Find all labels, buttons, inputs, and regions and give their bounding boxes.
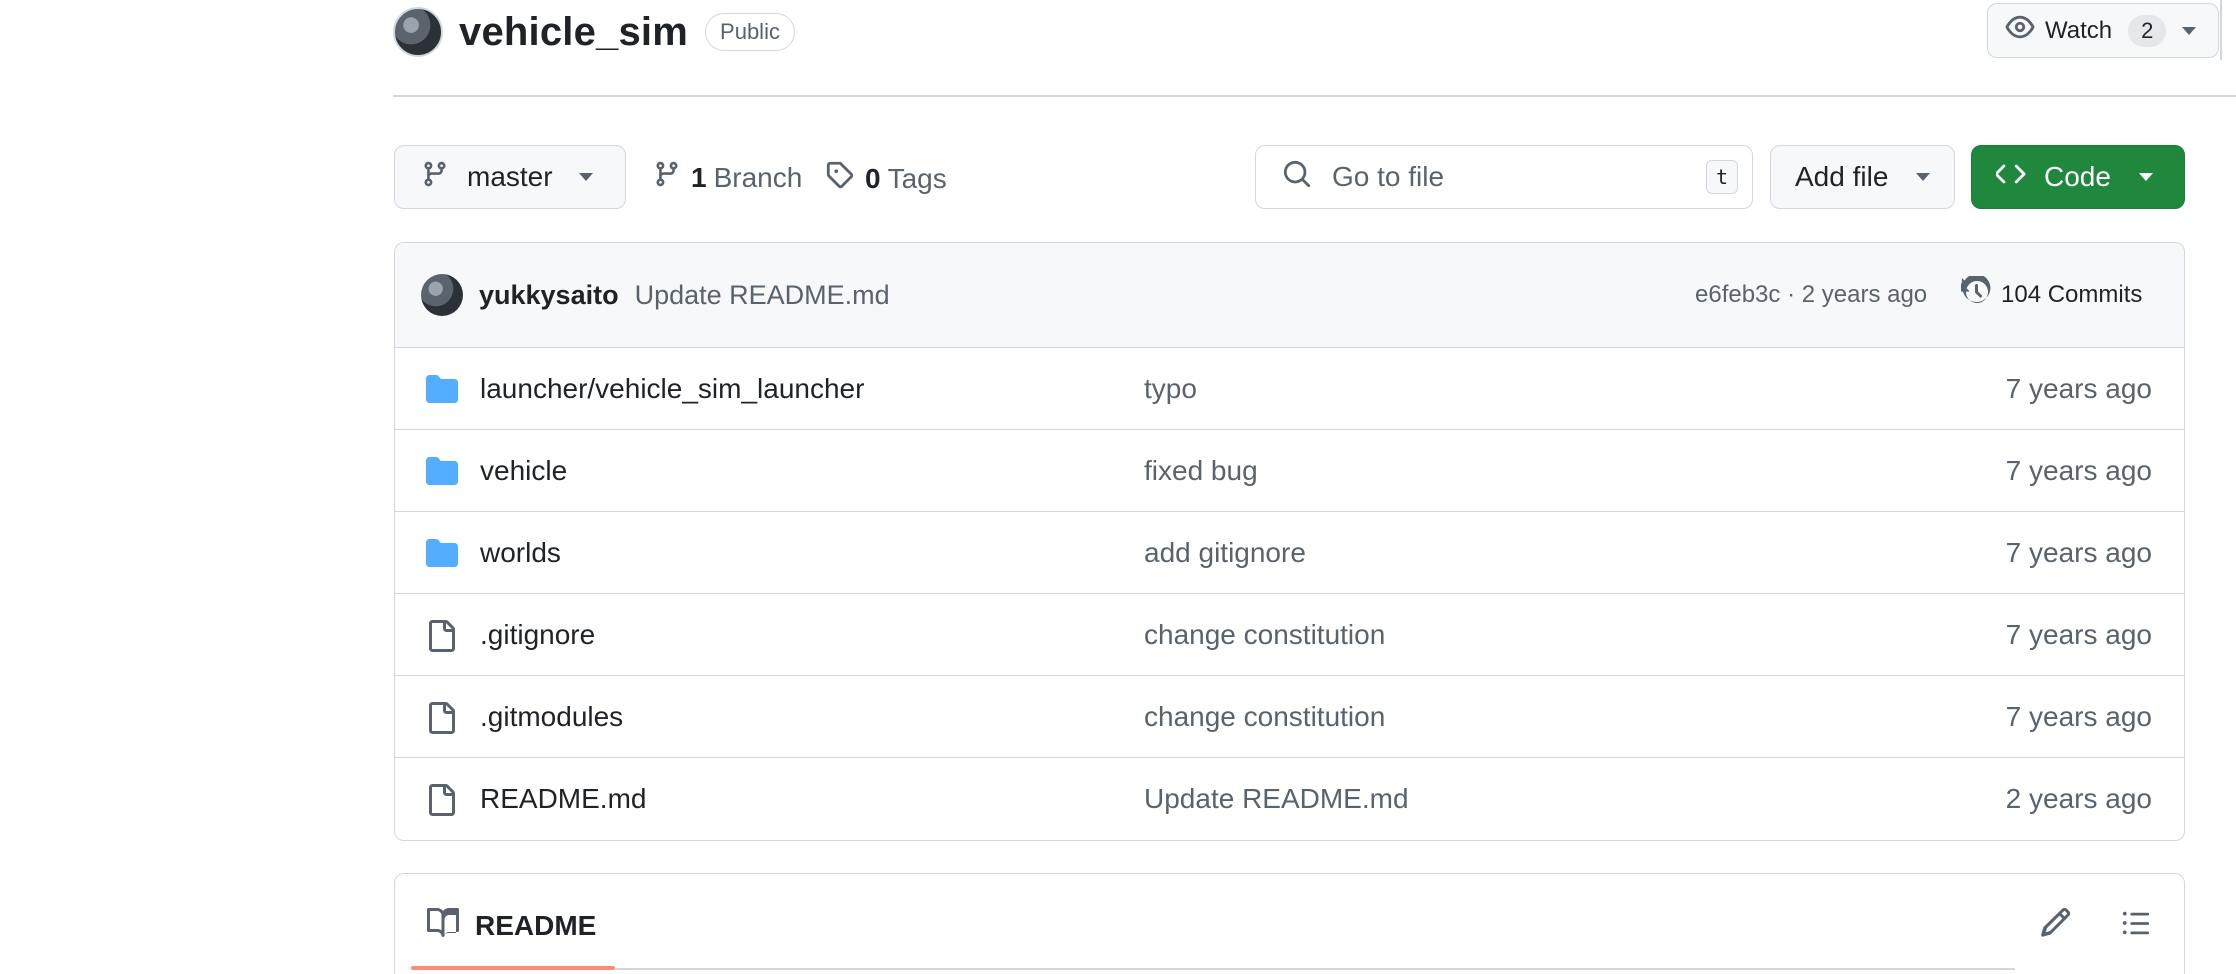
tag-word: Tags [887,162,947,194]
repo-header: vehicle_sim Public [393,7,795,57]
file-icon [425,619,457,658]
git-branch-icon [653,160,681,195]
file-icon [425,783,457,822]
keyboard-shortcut-hint: t [1706,160,1738,194]
folder-icon [425,455,459,492]
active-tab-indicator [411,966,615,970]
file-commit-message[interactable]: change constitution [1144,701,1385,733]
watch-count: 2 [2128,14,2167,47]
chevron-down-icon [2138,173,2153,181]
tags-link[interactable]: 0 Tags [825,160,947,197]
author-avatar[interactable] [421,274,463,316]
commits-count: 104 Commits [2001,281,2143,308]
file-row[interactable]: launcher/vehicle_sim_launcher typo 7 yea… [395,348,2184,430]
list-unordered-icon[interactable] [2120,908,2152,943]
folder-icon [425,373,459,410]
file-row[interactable]: worlds add gitignore 7 years ago [395,512,2184,594]
file-icon [425,701,457,740]
go-to-file-input[interactable]: Go to file t [1255,145,1753,209]
history-icon [1961,273,1993,315]
file-row[interactable]: .gitignore change constitution 7 years a… [395,594,2184,676]
file-name[interactable]: README.md [480,783,646,815]
file-commit-message[interactable]: change constitution [1144,619,1385,651]
header-divider [393,95,2236,97]
file-commit-message[interactable]: fixed bug [1144,455,1258,487]
branch-count: 1 [691,161,707,193]
file-name[interactable]: vehicle [480,455,567,487]
file-row[interactable]: .gitmodules change constitution 7 years … [395,676,2184,758]
eye-icon [2005,12,2035,49]
tag-icon [825,160,855,197]
file-name[interactable]: .gitmodules [480,701,623,733]
chevron-down-icon [578,173,593,181]
search-icon [1282,159,1312,196]
code-button[interactable]: Code [1971,145,2185,209]
file-age: 7 years ago [2005,618,2152,650]
owner-avatar[interactable] [393,7,443,57]
file-commit-message[interactable]: add gitignore [1144,537,1306,569]
chevron-down-icon [1916,173,1931,181]
commit-hash-age[interactable]: e6feb3c · 2 years ago [1695,281,1927,309]
file-age: 7 years ago [2005,372,2152,404]
branch-select-button[interactable]: master [394,145,626,209]
file-age: 7 years ago [2005,700,2152,732]
go-to-file-placeholder: Go to file [1332,161,1445,192]
file-age: 7 years ago [2005,454,2152,486]
folder-icon [425,537,459,574]
commit-author[interactable]: yukkysaito [479,280,619,311]
add-file-label: Add file [1795,161,1889,192]
file-commit-message[interactable]: Update README.md [1144,783,1409,815]
watch-label: Watch [2045,16,2113,44]
repo-name[interactable]: vehicle_sim [459,10,688,55]
watch-button[interactable]: Watch 2 [1987,3,2219,58]
file-age: 7 years ago [2005,536,2152,568]
readme-panel: README [394,873,2185,974]
tag-count: 0 [865,162,881,194]
code-label: Code [2044,161,2111,192]
file-age: 2 years ago [2005,783,2152,814]
file-commit-message[interactable]: typo [1144,373,1197,405]
chevron-down-icon[interactable] [2182,26,2197,35]
add-file-button[interactable]: Add file [1770,145,1955,209]
branch-word: Branch [713,161,803,193]
pencil-icon[interactable] [2040,906,2072,943]
file-row[interactable]: vehicle fixed bug 7 years ago [395,430,2184,512]
branches-link[interactable]: 1 Branch [653,160,802,195]
repo-page: vehicle_sim Public Watch 2 master 1 Bran… [0,0,2236,974]
file-table: yukkysaito Update README.md e6feb3c · 2 … [394,242,2185,841]
code-icon [1994,159,2026,196]
commit-message[interactable]: Update README.md [635,280,890,311]
readme-tab-label: README [475,909,597,941]
visibility-badge: Public [705,13,795,51]
book-icon [427,906,459,945]
divider [2220,0,2222,60]
commits-history-link[interactable]: 104 Commits [1961,273,2143,315]
file-name[interactable]: worlds [480,537,561,569]
file-row[interactable]: README.md Update README.md 2 years ago [395,758,2184,840]
file-name[interactable]: launcher/vehicle_sim_launcher [480,373,864,405]
latest-commit-bar: yukkysaito Update README.md e6feb3c · 2 … [395,243,2184,348]
tab-readme[interactable]: README [427,906,596,945]
divider [615,968,2015,970]
file-name[interactable]: .gitignore [480,619,595,651]
branch-name: master [467,161,553,192]
git-branch-icon [421,160,449,195]
